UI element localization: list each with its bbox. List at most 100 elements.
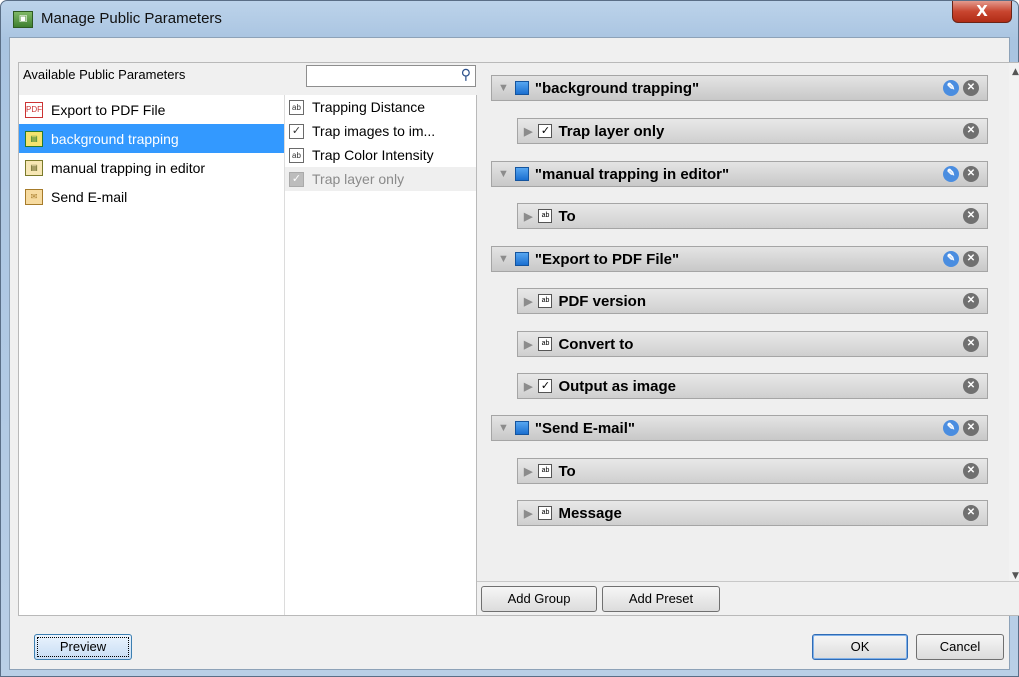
remove-icon[interactable]: ✕ [963, 463, 979, 479]
collapse-triangle-icon[interactable]: ▼ [498, 422, 509, 434]
edit-icon[interactable]: ✎ [943, 80, 959, 96]
search-icon[interactable]: ⚲ [461, 67, 471, 83]
expand-triangle-icon[interactable]: ▶ [524, 465, 532, 478]
parameter-item-trap-layer-only: ✓ Trap layer only [285, 167, 476, 191]
public-parameters-panel: ▲ ▼ ▼ "background trapping" ✎ ✕ ▶ ✓ Trap… [477, 62, 1019, 616]
template-item-export-to-pdf[interactable]: PDF Export to PDF File [19, 95, 284, 124]
remove-icon[interactable]: ✕ [963, 80, 979, 96]
remove-icon[interactable]: ✕ [963, 420, 979, 436]
expand-triangle-icon[interactable]: ▶ [524, 125, 532, 138]
expand-triangle-icon[interactable]: ▶ [524, 295, 532, 308]
parameter-row-convert-to[interactable]: ▶ ab Convert to ✕ [517, 331, 988, 357]
ok-button[interactable]: OK [812, 634, 908, 660]
checkbox-icon: ✓ [538, 124, 553, 138]
close-button[interactable]: X [952, 1, 1012, 23]
scroll-up-icon[interactable]: ▲ [1012, 67, 1019, 77]
group-row-background-trapping[interactable]: ▼ "background trapping" ✎ ✕ [491, 75, 988, 101]
parameter-label: PDF version [558, 292, 646, 310]
cancel-button[interactable]: Cancel [916, 634, 1004, 660]
remove-icon[interactable]: ✕ [963, 208, 979, 224]
remove-icon[interactable]: ✕ [963, 123, 979, 139]
expand-triangle-icon[interactable]: ▶ [524, 507, 532, 520]
parameter-label: Message [558, 504, 622, 522]
group-icon [514, 167, 529, 181]
edit-icon[interactable]: ✎ [943, 420, 959, 436]
parameter-item-trap-color-intensity[interactable]: ab Trap Color Intensity [285, 143, 476, 167]
text-field-icon: ab [289, 147, 304, 163]
text-field-icon: ab [538, 209, 553, 223]
remove-icon[interactable]: ✕ [963, 166, 979, 182]
group-label: "background trapping" [534, 79, 700, 97]
group-row-manual-trapping[interactable]: ▼ "manual trapping in editor" ✎ ✕ [491, 161, 988, 187]
available-parameters-label: Available Public Parameters [23, 67, 186, 82]
title-bar[interactable]: ▣ Manage Public Parameters X [1, 1, 1018, 37]
preview-button[interactable]: Preview [34, 634, 132, 660]
remove-icon[interactable]: ✕ [963, 251, 979, 267]
text-field-icon: ab [538, 337, 553, 351]
checkbox-icon: ✓ [538, 379, 553, 393]
vertical-scrollbar[interactable]: ▲ ▼ [1009, 63, 1019, 583]
group-label: "Send E-mail" [534, 419, 635, 437]
remove-icon[interactable]: ✕ [963, 293, 979, 309]
checkbox-icon: ✓ [289, 123, 304, 139]
collapse-triangle-icon[interactable]: ▼ [498, 253, 509, 265]
scroll-down-icon[interactable]: ▼ [1012, 571, 1019, 581]
parameter-label: To [558, 462, 576, 480]
text-field-icon: ab [289, 99, 304, 115]
parameter-row-trap-layer-only[interactable]: ▶ ✓ Trap layer only ✕ [517, 118, 988, 144]
text-field-icon: ab [538, 294, 553, 308]
edit-icon[interactable]: ✎ [943, 166, 959, 182]
workflow-icon: ▤ [25, 159, 43, 176]
remove-icon[interactable]: ✕ [963, 378, 979, 394]
app-icon: ▣ [13, 11, 33, 28]
text-field-icon: ab [538, 506, 553, 520]
expand-triangle-icon[interactable]: ▶ [524, 380, 532, 393]
parameter-row-to[interactable]: ▶ ab To ✕ [517, 458, 988, 484]
parameter-label: Trap layer only [312, 171, 405, 187]
template-label: background trapping [51, 130, 179, 147]
parameter-item-trapping-distance[interactable]: ab Trapping Distance [285, 95, 476, 119]
parameter-row-to[interactable]: ▶ ab To ✕ [517, 203, 988, 229]
add-preset-button[interactable]: Add Preset [602, 586, 720, 612]
dialog-client: Available Public Parameters ⚲ PDF Export… [9, 37, 1019, 670]
collapse-triangle-icon[interactable]: ▼ [498, 168, 509, 180]
parameter-row-output-as-image[interactable]: ▶ ✓ Output as image ✕ [517, 373, 988, 399]
parameter-label: To [558, 207, 576, 225]
parameter-list: ab Trapping Distance ✓ Trap images to im… [285, 95, 476, 615]
text-field-icon: ab [538, 464, 553, 478]
parameter-label: Trap layer only [558, 122, 665, 140]
parameter-label: Convert to [558, 335, 634, 353]
template-label: Export to PDF File [51, 101, 166, 118]
group-row-export-to-pdf[interactable]: ▼ "Export to PDF File" ✎ ✕ [491, 246, 988, 272]
remove-icon[interactable]: ✕ [963, 336, 979, 352]
edit-icon[interactable]: ✎ [943, 251, 959, 267]
add-group-button[interactable]: Add Group [481, 586, 597, 612]
window-title: Manage Public Parameters [41, 10, 222, 27]
parameter-row-pdf-version[interactable]: ▶ ab PDF version ✕ [517, 288, 988, 314]
checkbox-icon: ✓ [289, 171, 304, 187]
dialog-window: ▣ Manage Public Parameters X Available P… [0, 0, 1019, 677]
group-icon [514, 252, 529, 266]
group-icon [514, 421, 529, 435]
group-actions-bar: Add Group Add Preset [477, 581, 1019, 615]
template-item-background-trapping[interactable]: ▤ background trapping [19, 124, 284, 153]
parameter-label: Output as image [558, 377, 676, 395]
template-label: Send E-mail [51, 188, 128, 205]
parameter-label: Trapping Distance [312, 99, 426, 115]
search-input[interactable]: ⚲ [306, 65, 476, 87]
parameter-label: Trap Color Intensity [312, 147, 434, 163]
group-icon [514, 81, 529, 95]
remove-icon[interactable]: ✕ [963, 505, 979, 521]
expand-triangle-icon[interactable]: ▶ [524, 210, 532, 223]
group-label: "manual trapping in editor" [534, 165, 730, 183]
template-item-manual-trapping[interactable]: ▤ manual trapping in editor [19, 153, 284, 182]
collapse-triangle-icon[interactable]: ▼ [498, 82, 509, 94]
template-label: manual trapping in editor [51, 159, 206, 176]
pdf-icon: PDF [25, 101, 43, 118]
parameter-row-message[interactable]: ▶ ab Message ✕ [517, 500, 988, 526]
expand-triangle-icon[interactable]: ▶ [524, 338, 532, 351]
template-item-send-email[interactable]: ✉ Send E-mail [19, 182, 284, 211]
group-row-send-email[interactable]: ▼ "Send E-mail" ✎ ✕ [491, 415, 988, 441]
workflow-icon: ▤ [25, 130, 43, 147]
parameter-item-trap-images[interactable]: ✓ Trap images to im... [285, 119, 476, 143]
